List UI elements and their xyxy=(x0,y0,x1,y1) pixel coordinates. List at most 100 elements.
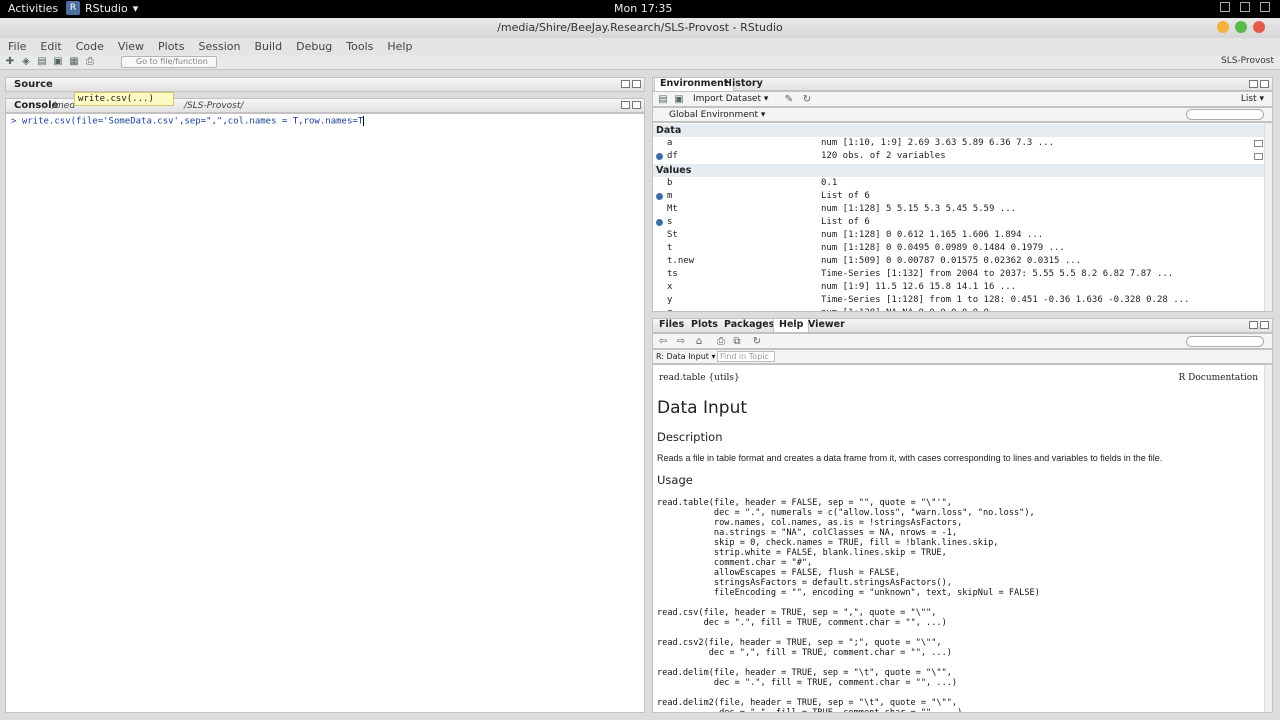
window-title-bar: /media/Shire/BeeJay.Research/SLS-Provost… xyxy=(0,18,1280,38)
help-search-input[interactable] xyxy=(1186,336,1264,347)
maximize-button[interactable] xyxy=(1235,21,1247,33)
maximize-pane-icon[interactable] xyxy=(632,101,641,109)
open-file-icon[interactable]: ▤ xyxy=(36,56,48,67)
display-icon[interactable] xyxy=(1220,2,1230,12)
menu-plots[interactable]: Plots xyxy=(158,40,184,53)
topic-label: R: Data Input xyxy=(656,352,709,361)
broom-icon[interactable]: ✎ xyxy=(783,94,795,105)
var-name: ts xyxy=(667,269,678,279)
network-icon[interactable] xyxy=(1240,2,1250,12)
usage-code-block: read.table(file, header = FALSE, sep = "… xyxy=(657,498,1040,598)
source-label: Source xyxy=(14,79,53,90)
maximize-pane-icon[interactable] xyxy=(632,80,641,88)
minimize-pane-icon[interactable] xyxy=(1249,80,1258,88)
scrollbar[interactable] xyxy=(1264,123,1272,311)
minimize-pane-icon[interactable] xyxy=(1249,321,1258,329)
usage-code-block: read.csv(file, header = TRUE, sep = ",",… xyxy=(657,608,947,628)
tab-packages[interactable]: Packages xyxy=(719,319,779,332)
scrollbar[interactable] xyxy=(1264,365,1272,712)
env-row[interactable]: s List of 6 xyxy=(653,216,1265,229)
environment-toolbar: ▤ ▣ Import Dataset ▾ ✎ ↻ List ▾ xyxy=(652,91,1273,107)
print-icon[interactable]: ⎙ xyxy=(84,56,96,67)
minimize-button[interactable] xyxy=(1217,21,1229,33)
env-row[interactable]: St num [1:128] 0 0.612 1.165 1.606 1.894 … xyxy=(653,229,1265,242)
save-icon[interactable]: ▣ xyxy=(52,56,64,67)
var-name: a xyxy=(667,138,673,148)
minimize-pane-icon[interactable] xyxy=(621,101,630,109)
view-table-icon[interactable] xyxy=(1254,140,1263,147)
expand-icon[interactable] xyxy=(656,193,663,200)
menu-edit[interactable]: Edit xyxy=(40,40,61,53)
env-row[interactable]: b 0.1 xyxy=(653,177,1265,190)
var-value: num [1:509] 0 0.00787 0.01575 0.02362 0.… xyxy=(821,256,1082,266)
var-name: t xyxy=(667,243,673,253)
load-workspace-icon[interactable]: ▤ xyxy=(657,94,669,105)
console-input-line[interactable]: > write.csv(file='SomeData.csv',sep=",",… xyxy=(11,116,365,127)
tab-plots[interactable]: Plots xyxy=(686,319,723,332)
view-table-icon[interactable] xyxy=(1254,153,1263,160)
clock[interactable]: Mon 17:35 xyxy=(614,2,672,15)
expand-icon[interactable] xyxy=(656,153,663,160)
env-row[interactable]: a num [1:10, 1:9] 2.69 3.63 5.89 6.36 7.… xyxy=(653,137,1265,150)
env-row[interactable]: ts Time-Series [1:132] from 2004 to 2037:… xyxy=(653,268,1265,281)
refresh-icon[interactable]: ↻ xyxy=(801,94,813,105)
var-value: 0.1 xyxy=(821,178,838,188)
import-dataset-button[interactable]: Import Dataset ▾ xyxy=(693,94,768,104)
console-working-dir: /med xyxy=(52,101,76,111)
system-tray[interactable] xyxy=(1220,2,1270,12)
find-in-topic-input[interactable]: Find in Topic xyxy=(717,351,775,362)
env-row[interactable]: y Time-Series [1:128] from 1 to 128: 0.45… xyxy=(653,294,1265,307)
show-in-window-icon[interactable]: ⧉ xyxy=(731,336,743,347)
home-icon[interactable]: ⌂ xyxy=(693,336,705,347)
env-row[interactable]: z num [1:128] NA NA 0 0 0 0 0 0 0 ... xyxy=(653,307,1265,311)
forward-arrow-icon[interactable]: ⇨ xyxy=(675,336,687,347)
back-arrow-icon[interactable]: ⇦ xyxy=(657,336,669,347)
maximize-pane-icon[interactable] xyxy=(1260,321,1269,329)
activities-button[interactable]: Activities xyxy=(8,2,58,15)
env-row[interactable]: t num [1:128] 0 0.0495 0.0989 0.1484 0.19… xyxy=(653,242,1265,255)
tab-viewer[interactable]: Viewer xyxy=(803,319,850,332)
menu-code[interactable]: Code xyxy=(76,40,104,53)
menu-session[interactable]: Session xyxy=(198,40,240,53)
topic-dropdown[interactable]: R: Data Input ▾ xyxy=(656,352,715,361)
env-row[interactable]: Mt num [1:128] 5 5.15 5.3 5.45 5.59 ... xyxy=(653,203,1265,216)
new-project-icon[interactable]: ◈ xyxy=(20,56,32,67)
menu-help[interactable]: Help xyxy=(387,40,412,53)
maximize-pane-icon[interactable] xyxy=(1260,80,1269,88)
app-menu[interactable]: R RStudio ▾ xyxy=(66,1,138,15)
usage-code-block: read.delim(file, header = TRUE, sep = "\… xyxy=(657,668,958,688)
power-icon[interactable] xyxy=(1260,2,1270,12)
var-value: num [1:9] 11.5 12.6 15.8 14.1 16 ... xyxy=(821,282,1017,292)
var-name: St xyxy=(667,230,678,240)
environment-search-input[interactable] xyxy=(1186,109,1264,120)
print-icon[interactable]: ⎙ xyxy=(715,336,727,347)
new-file-icon[interactable]: ✚ xyxy=(4,56,16,67)
minimize-pane-icon[interactable] xyxy=(621,80,630,88)
tab-history[interactable]: History xyxy=(719,78,768,91)
menu-build[interactable]: Build xyxy=(254,40,282,53)
tab-files[interactable]: Files xyxy=(654,319,689,332)
env-row[interactable]: m List of 6 xyxy=(653,190,1265,203)
env-row[interactable]: x num [1:9] 11.5 12.6 15.8 14.1 16 ... xyxy=(653,281,1265,294)
menu-debug[interactable]: Debug xyxy=(296,40,332,53)
env-section-values: Values xyxy=(653,164,1265,177)
gnome-top-bar: Activities R RStudio ▾ Mon 17:35 xyxy=(0,0,1280,18)
close-button[interactable] xyxy=(1253,21,1265,33)
save-all-icon[interactable]: ▦ xyxy=(68,56,80,67)
console-body[interactable]: > write.csv(file='SomeData.csv',sep=",",… xyxy=(5,113,645,713)
menu-view[interactable]: View xyxy=(118,40,144,53)
environment-tab-bar: Environment History xyxy=(652,77,1273,91)
refresh-icon[interactable]: ↻ xyxy=(751,336,763,347)
env-row[interactable]: t.new num [1:509] 0 0.00787 0.01575 0.023… xyxy=(653,255,1265,268)
project-menu[interactable]: SLS-Provost xyxy=(1221,56,1274,66)
env-row[interactable]: df 120 obs. of 2 variables xyxy=(653,150,1265,163)
list-view-button[interactable]: List ▾ xyxy=(1241,94,1264,104)
menu-file[interactable]: File xyxy=(8,40,26,53)
go-to-file-input[interactable]: Go to file/function xyxy=(121,56,217,68)
main-toolbar: ✚ ◈ ▤ ▣ ▦ ⎙ Go to file/function SLS-Prov… xyxy=(0,55,1280,70)
expand-icon[interactable] xyxy=(656,219,663,226)
save-workspace-icon[interactable]: ▣ xyxy=(673,94,685,105)
var-value: 120 obs. of 2 variables xyxy=(821,151,946,161)
menu-tools[interactable]: Tools xyxy=(346,40,373,53)
global-environment-dropdown[interactable]: Global Environment ▾ xyxy=(669,110,765,120)
